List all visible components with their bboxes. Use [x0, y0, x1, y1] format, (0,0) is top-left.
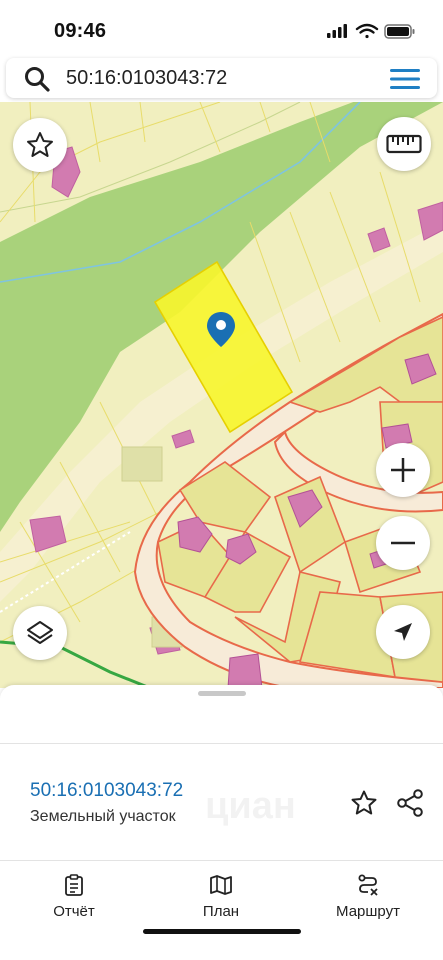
- tab-label: Отчёт: [53, 903, 95, 920]
- object-info-panel: циан 50:16:0103043:72 Земельный участок …: [0, 685, 443, 960]
- search-icon[interactable]: [24, 66, 50, 92]
- location-arrow-icon: [394, 623, 412, 641]
- map-view[interactable]: [0, 102, 443, 688]
- ruler-icon: [386, 134, 422, 154]
- search-input[interactable]: [66, 67, 366, 90]
- ruler-button[interactable]: [377, 117, 431, 171]
- report-icon: [65, 874, 83, 896]
- watermark: циан: [205, 785, 296, 827]
- menu-icon[interactable]: [389, 67, 421, 91]
- status-icons: [327, 23, 415, 39]
- cadastral-map[interactable]: [0, 102, 443, 688]
- status-bar: 09:46: [0, 0, 443, 56]
- search-bar: [6, 58, 437, 98]
- tab-report[interactable]: Отчёт: [19, 873, 129, 920]
- zoom-in-button[interactable]: [376, 443, 430, 497]
- signal-icon: [327, 24, 347, 38]
- zoom-in-icon: [391, 458, 415, 482]
- object-type: Земельный участок: [30, 808, 176, 825]
- tab-label: План: [202, 903, 240, 920]
- tab-route[interactable]: Маршрут: [313, 873, 423, 920]
- tab-plan[interactable]: План: [166, 873, 276, 920]
- zoom-out-button[interactable]: [376, 516, 430, 570]
- divider: [0, 743, 443, 744]
- home-indicator: [143, 929, 301, 934]
- sheet-handle[interactable]: [198, 691, 246, 696]
- map-plan-icon: [210, 875, 232, 895]
- status-time: 09:46: [54, 20, 107, 42]
- star-icon: [27, 132, 53, 157]
- divider: [0, 860, 443, 861]
- layers-icon: [27, 621, 53, 644]
- favorite-star-icon[interactable]: [350, 789, 378, 817]
- my-location-button[interactable]: [376, 605, 430, 659]
- zoom-out-icon: [391, 541, 415, 545]
- layers-button[interactable]: [13, 606, 67, 660]
- route-icon: [358, 874, 378, 896]
- tab-label: Маршрут: [336, 903, 400, 920]
- share-icon[interactable]: [395, 788, 425, 818]
- battery-icon: [384, 24, 415, 39]
- wifi-icon: [355, 23, 379, 39]
- favorite-map-button[interactable]: [13, 118, 67, 172]
- cadastral-number: 50:16:0103043:72: [30, 780, 184, 801]
